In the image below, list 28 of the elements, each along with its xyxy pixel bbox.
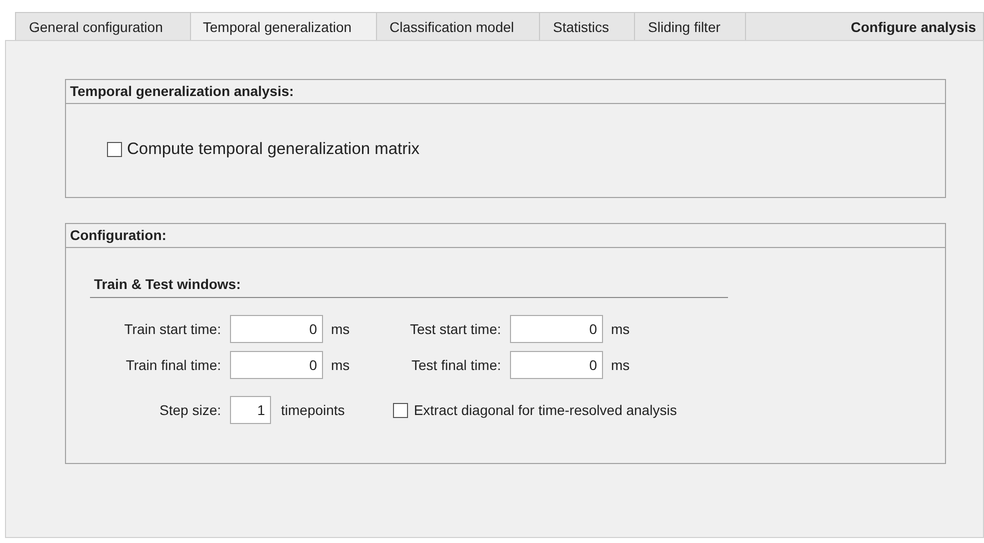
tab[interactable]: Statistics <box>539 12 636 40</box>
unit-label: ms <box>611 321 630 337</box>
configure-analysis-button[interactable]: Configure analysis <box>745 12 984 40</box>
field-label: Train final time: <box>124 357 222 373</box>
unit-label: ms <box>611 357 630 373</box>
checkbox[interactable] <box>107 142 122 157</box>
field-label: Test start time: <box>408 321 502 337</box>
field-label: Train start time: <box>123 321 222 337</box>
unit-label: timepoints <box>281 402 345 418</box>
section-heading: Train & Test windows: <box>90 276 728 298</box>
checkbox-label: Extract diagonal for time-resolved analysis <box>414 402 677 418</box>
field-label: Test final time: <box>410 357 502 373</box>
tab[interactable]: General configuration <box>15 12 191 40</box>
checkbox-label: Compute temporal generalization matrix <box>127 140 420 159</box>
panel-title: Configuration: <box>66 224 945 248</box>
unit-label: ms <box>331 357 350 373</box>
input-field[interactable]: 1 <box>230 396 271 424</box>
field-label: Step size: <box>158 402 222 418</box>
input-field[interactable]: 0 <box>510 351 603 379</box>
unit-label: ms <box>331 321 350 337</box>
tab[interactable]: Sliding filter <box>634 12 746 40</box>
tab[interactable]: Temporal generalization <box>190 12 377 40</box>
panel-title: Temporal generalization analysis: <box>66 80 945 104</box>
input-field[interactable]: 0 <box>230 351 323 379</box>
checkbox[interactable] <box>392 402 408 418</box>
input-field[interactable]: 0 <box>510 315 603 343</box>
input-field[interactable]: 0 <box>230 315 323 343</box>
tab[interactable]: Classification model <box>376 12 540 40</box>
